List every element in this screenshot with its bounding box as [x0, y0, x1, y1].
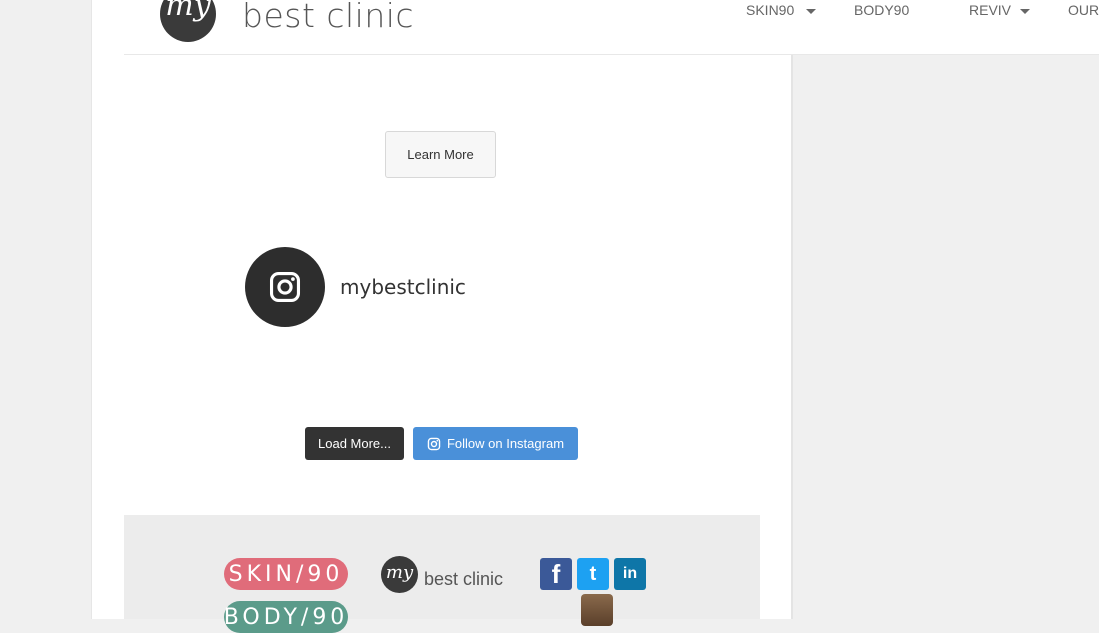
follow-on-instagram-button[interactable]: Follow on Instagram: [413, 427, 578, 460]
footer-clinic-logo[interactable]: my best clinic: [381, 556, 511, 594]
nav-item-skin90[interactable]: SKIN90: [746, 2, 794, 18]
linkedin-icon[interactable]: in: [614, 558, 646, 590]
logo-mark-icon: my: [381, 556, 418, 593]
instagram-icon: [427, 437, 441, 450]
instagram-icon[interactable]: [581, 594, 613, 626]
load-more-button[interactable]: Load More...: [305, 427, 404, 460]
site-footer: SKIN/90 BODY/90 my best clinic f t in: [124, 515, 760, 633]
skin90-logo[interactable]: SKIN/90: [224, 558, 348, 590]
footer-logo-text: best clinic: [424, 569, 504, 589]
nav-item-reviv[interactable]: REVIV: [969, 2, 1011, 18]
nav-item-body90[interactable]: BODY90: [854, 2, 909, 18]
right-sidebar: [791, 55, 1099, 619]
twitter-icon[interactable]: t: [577, 558, 609, 590]
instagram-avatar[interactable]: [245, 247, 325, 327]
site-header: my best clinic SKIN90 BODY90 REVIV OUR: [92, 0, 1099, 54]
chevron-down-icon[interactable]: [806, 9, 816, 14]
main-nav: SKIN90 BODY90 REVIV OUR: [92, 0, 1099, 24]
follow-button-label: Follow on Instagram: [446, 436, 565, 451]
facebook-icon[interactable]: f: [540, 558, 572, 590]
instagram-handle[interactable]: mybestclinic: [340, 275, 466, 299]
instagram-icon: [269, 271, 301, 303]
body90-logo[interactable]: BODY/90: [224, 601, 348, 633]
learn-more-button[interactable]: Learn More: [385, 131, 496, 178]
chevron-down-icon[interactable]: [1020, 9, 1030, 14]
nav-item-our[interactable]: OUR: [1068, 2, 1099, 18]
page: my best clinic SKIN90 BODY90 REVIV OUR L…: [91, 0, 1099, 633]
